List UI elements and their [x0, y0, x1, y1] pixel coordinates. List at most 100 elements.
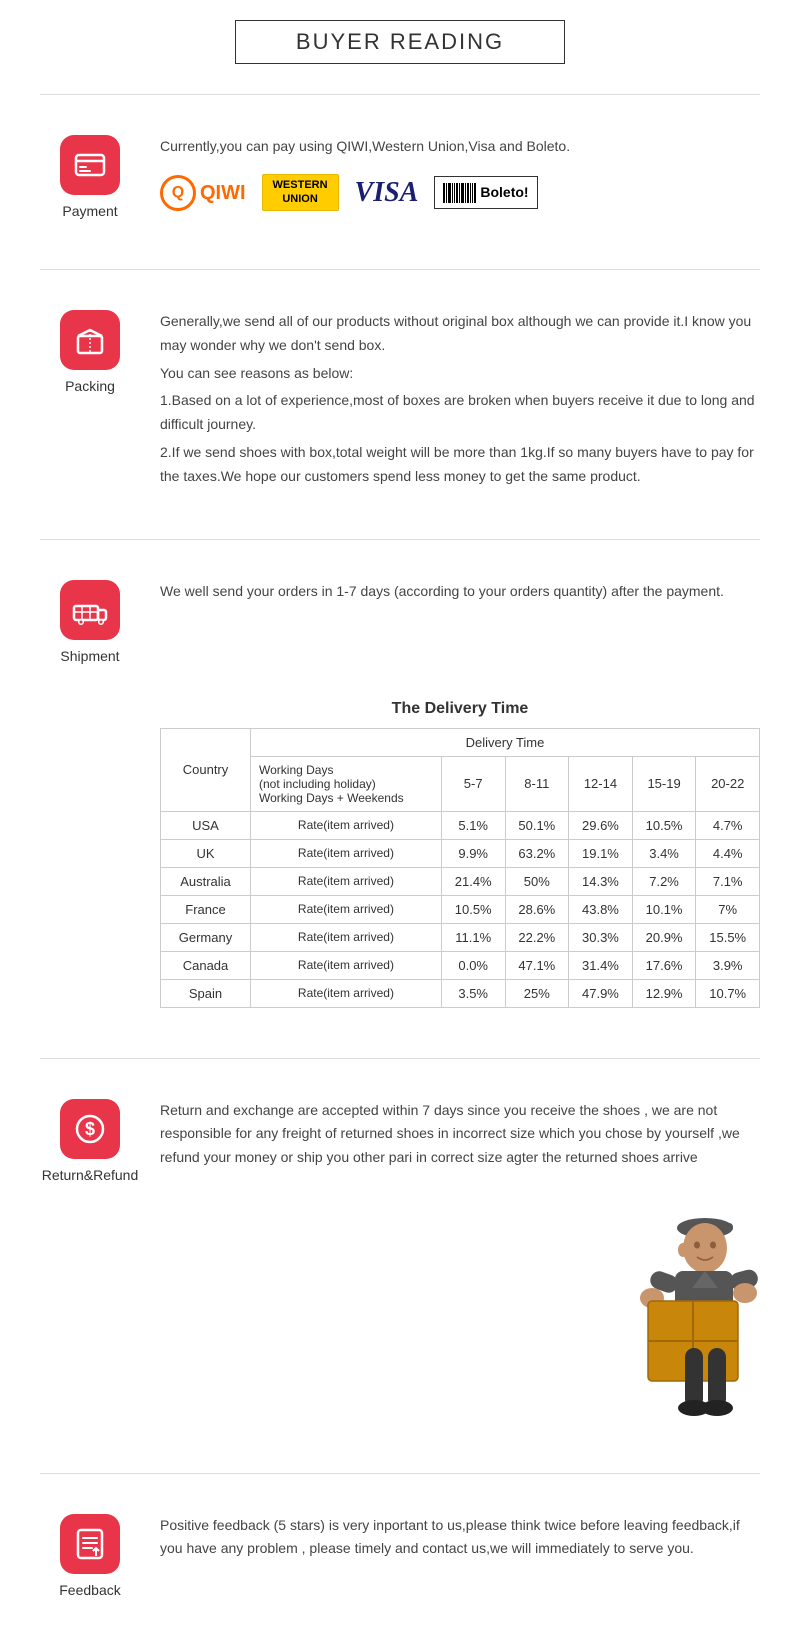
- shipment-icon-box: [60, 580, 120, 640]
- v5-cell: 15.5%: [696, 923, 760, 951]
- v4-cell: 3.4%: [632, 839, 696, 867]
- v1-cell: 10.5%: [441, 895, 505, 923]
- table-header-row-1: Country Delivery Time: [161, 728, 760, 756]
- v5-cell: 10.7%: [696, 979, 760, 1007]
- shipment-intro: We well send your orders in 1-7 days (ac…: [160, 580, 760, 604]
- v3-cell: 43.8%: [569, 895, 633, 923]
- table-row: France Rate(item arrived) 10.5% 28.6% 43…: [161, 895, 760, 923]
- col-8-11: 8-11: [505, 756, 569, 811]
- v3-cell: 31.4%: [569, 951, 633, 979]
- v2-cell: 22.2%: [505, 923, 569, 951]
- feedback-icon: [72, 1526, 108, 1562]
- divider-2: [40, 269, 760, 270]
- col-delivery-time-header: Delivery Time: [251, 728, 760, 756]
- payment-text: Currently,you can pay using QIWI,Western…: [160, 135, 760, 159]
- packing-label: Packing: [65, 378, 115, 394]
- rate-cell: Rate(item arrived): [251, 923, 442, 951]
- country-cell: Spain: [161, 979, 251, 1007]
- svg-text:$: $: [85, 1119, 95, 1139]
- v1-cell: 5.1%: [441, 811, 505, 839]
- feedback-content: Positive feedback (5 stars) is very inpo…: [160, 1514, 760, 1598]
- v4-cell: 12.9%: [632, 979, 696, 1007]
- col-country-header: Country: [161, 728, 251, 811]
- table-row: Canada Rate(item arrived) 0.0% 47.1% 31.…: [161, 951, 760, 979]
- v1-cell: 9.9%: [441, 839, 505, 867]
- country-cell: Australia: [161, 867, 251, 895]
- divider-3: [40, 539, 760, 540]
- v5-cell: 7.1%: [696, 867, 760, 895]
- barcode-icon: [443, 183, 476, 203]
- western-union-logo: WESTERN UNION: [262, 174, 339, 210]
- table-header-row-2: Working Days(not including holiday)Worki…: [161, 756, 760, 811]
- v5-cell: 7%: [696, 895, 760, 923]
- feedback-section-left: Feedback: [40, 1514, 140, 1598]
- v1-cell: 0.0%: [441, 951, 505, 979]
- packing-icon-box: [60, 310, 120, 370]
- packing-para-4: 2.If we send shoes with box,total weight…: [160, 441, 760, 489]
- v4-cell: 10.5%: [632, 811, 696, 839]
- delivery-man-area: [0, 1193, 800, 1453]
- packing-para-1: Generally,we send all of our products wi…: [160, 310, 760, 358]
- shipment-icon: [72, 592, 108, 628]
- feedback-label: Feedback: [59, 1582, 120, 1598]
- wu-line2: UNION: [273, 193, 328, 206]
- shipment-section-left: Shipment: [40, 580, 140, 664]
- visa-logo: VISA: [355, 169, 419, 217]
- boleto-text: Boleto!: [480, 181, 528, 205]
- v1-cell: 3.5%: [441, 979, 505, 1007]
- country-cell: Germany: [161, 923, 251, 951]
- payment-logos: Q QIWI WESTERN UNION VISA: [160, 169, 760, 217]
- payment-icon: [72, 147, 108, 183]
- packing-section: Packing Generally,we send all of our pro…: [0, 290, 800, 519]
- packing-icon: [72, 322, 108, 358]
- page-header: BUYER READING: [0, 0, 800, 74]
- v4-cell: 17.6%: [632, 951, 696, 979]
- payment-label: Payment: [62, 203, 117, 219]
- col-5-7: 5-7: [441, 756, 505, 811]
- qiwi-circle: Q: [160, 175, 196, 211]
- rate-cell: Rate(item arrived): [251, 951, 442, 979]
- divider-1: [40, 94, 760, 95]
- v2-cell: 50%: [505, 867, 569, 895]
- divider-5: [40, 1473, 760, 1474]
- v3-cell: 29.6%: [569, 811, 633, 839]
- payment-icon-box: [60, 135, 120, 195]
- v2-cell: 25%: [505, 979, 569, 1007]
- v2-cell: 63.2%: [505, 839, 569, 867]
- rate-cell: Rate(item arrived): [251, 895, 442, 923]
- delivery-table-wrapper: The Delivery Time Country Delivery Time …: [40, 684, 760, 1008]
- v4-cell: 10.1%: [632, 895, 696, 923]
- v1-cell: 11.1%: [441, 923, 505, 951]
- packing-para-3: 1.Based on a lot of experience,most of b…: [160, 389, 760, 437]
- table-row: Australia Rate(item arrived) 21.4% 50% 1…: [161, 867, 760, 895]
- v2-cell: 47.1%: [505, 951, 569, 979]
- return-refund-icon-box: $: [60, 1099, 120, 1159]
- v5-cell: 4.4%: [696, 839, 760, 867]
- country-cell: USA: [161, 811, 251, 839]
- rate-cell: Rate(item arrived): [251, 867, 442, 895]
- divider-4: [40, 1058, 760, 1059]
- feedback-icon-box: [60, 1514, 120, 1574]
- delivery-table-title: The Delivery Time: [160, 700, 760, 718]
- return-refund-section: $ Return&Refund Return and exchange are …: [0, 1079, 800, 1213]
- col-working-days: Working Days(not including holiday)Worki…: [251, 756, 442, 811]
- wu-line1: WESTERN: [273, 179, 328, 192]
- rate-cell: Rate(item arrived): [251, 839, 442, 867]
- rate-cell: Rate(item arrived): [251, 811, 442, 839]
- packing-para-2: You can see reasons as below:: [160, 362, 760, 386]
- v3-cell: 19.1%: [569, 839, 633, 867]
- v2-cell: 28.6%: [505, 895, 569, 923]
- payment-section: Payment Currently,you can pay using QIWI…: [0, 115, 800, 249]
- v2-cell: 50.1%: [505, 811, 569, 839]
- country-cell: Canada: [161, 951, 251, 979]
- payment-section-left: Payment: [40, 135, 140, 219]
- page-title: BUYER READING: [235, 20, 565, 64]
- delivery-man-illustration: [610, 1193, 770, 1453]
- v3-cell: 14.3%: [569, 867, 633, 895]
- packing-section-left: Packing: [40, 310, 140, 489]
- table-row: USA Rate(item arrived) 5.1% 50.1% 29.6% …: [161, 811, 760, 839]
- return-refund-text: Return and exchange are accepted within …: [160, 1099, 760, 1170]
- return-refund-icon: $: [72, 1111, 108, 1147]
- col-12-14: 12-14: [569, 756, 633, 811]
- shipment-top: Shipment We well send your orders in 1-7…: [40, 580, 760, 664]
